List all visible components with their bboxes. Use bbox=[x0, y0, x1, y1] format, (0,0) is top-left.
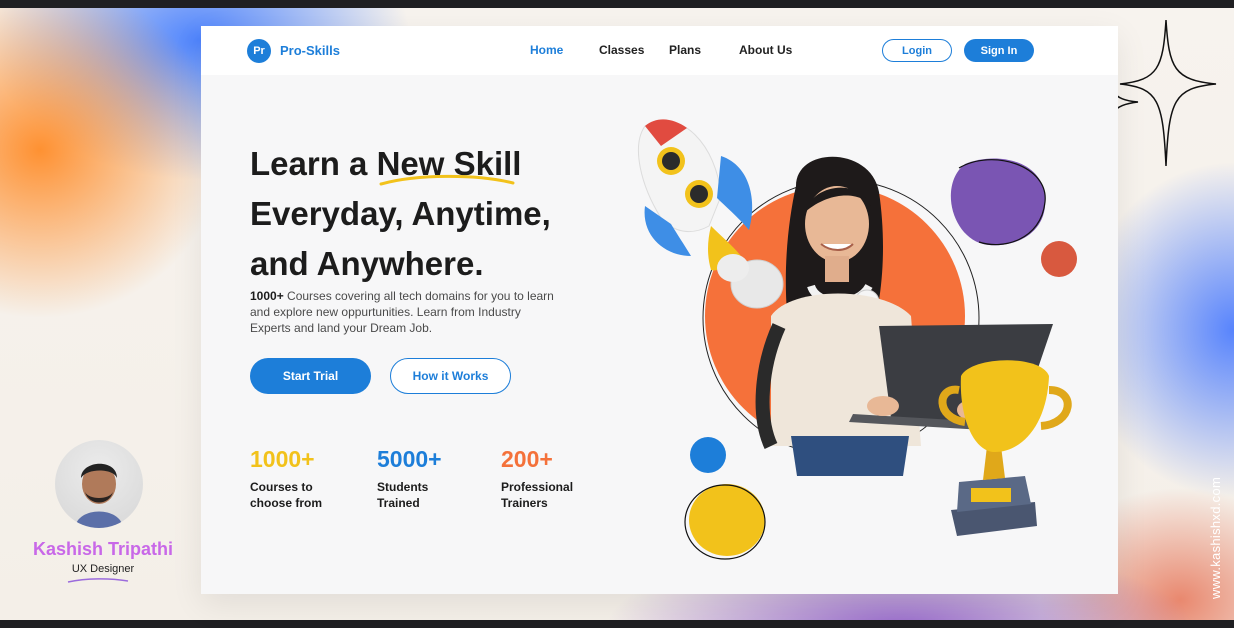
stat-label: Professional Trainers bbox=[501, 480, 574, 510]
description-text: Courses covering all tech domains for yo… bbox=[250, 289, 554, 335]
top-navigation: Pr Pro-Skills Home Classes Plans About U… bbox=[201, 26, 1118, 75]
stat-trainers: 200+ Professional Trainers bbox=[501, 445, 611, 511]
stat-value: 1000+ bbox=[250, 446, 315, 472]
highlight-underline bbox=[379, 174, 515, 186]
stat-label: Courses to choose from bbox=[250, 480, 323, 510]
stat-value: 200+ bbox=[501, 446, 553, 472]
stat-value: 5000+ bbox=[377, 446, 442, 472]
role-underline bbox=[67, 578, 129, 583]
website-url: www.kashishxd.com bbox=[1208, 476, 1223, 599]
sign-in-button[interactable]: Sign In bbox=[964, 39, 1034, 62]
hero-illustration bbox=[638, 119, 1077, 560]
stat-courses: 1000+ Courses to choose from bbox=[250, 445, 360, 511]
hero-headline: Learn a New Skill Everyday, Anytime, and… bbox=[250, 139, 630, 289]
nav-link-home[interactable]: Home bbox=[530, 43, 563, 57]
nav-link-classes[interactable]: Classes bbox=[599, 43, 644, 57]
login-button[interactable]: Login bbox=[882, 39, 952, 62]
start-trial-button[interactable]: Start Trial bbox=[250, 358, 371, 394]
stat-students: 5000+ Students Trained bbox=[377, 445, 487, 511]
landing-page-card: Pr Pro-Skills Home Classes Plans About U… bbox=[201, 26, 1118, 594]
logo-icon[interactable]: Pr bbox=[247, 39, 271, 63]
headline-line3: and Anywhere. bbox=[250, 245, 484, 282]
brand-name[interactable]: Pro-Skills bbox=[280, 43, 340, 58]
bottom-strip bbox=[0, 620, 1234, 628]
top-strip bbox=[0, 0, 1234, 8]
headline-part1: Learn a bbox=[250, 145, 377, 182]
designer-role: UX Designer bbox=[71, 563, 135, 575]
red-blob bbox=[1041, 241, 1077, 277]
stat-label: Students Trained bbox=[377, 480, 429, 510]
trophy-icon bbox=[938, 360, 1072, 536]
hero-description: 1000+ Courses covering all tech domains … bbox=[250, 288, 560, 336]
blue-dot bbox=[690, 437, 726, 473]
yellow-blob bbox=[689, 484, 765, 556]
headline-line2: Everyday, Anytime, bbox=[250, 195, 551, 232]
description-bold: 1000+ bbox=[250, 289, 284, 303]
designer-name: Kashish Tripathi bbox=[32, 539, 174, 559]
how-it-works-button[interactable]: How it Works bbox=[390, 358, 511, 394]
nav-link-about-us[interactable]: About Us bbox=[739, 43, 792, 57]
nav-link-plans[interactable]: Plans bbox=[669, 43, 701, 57]
designer-avatar bbox=[55, 440, 143, 528]
